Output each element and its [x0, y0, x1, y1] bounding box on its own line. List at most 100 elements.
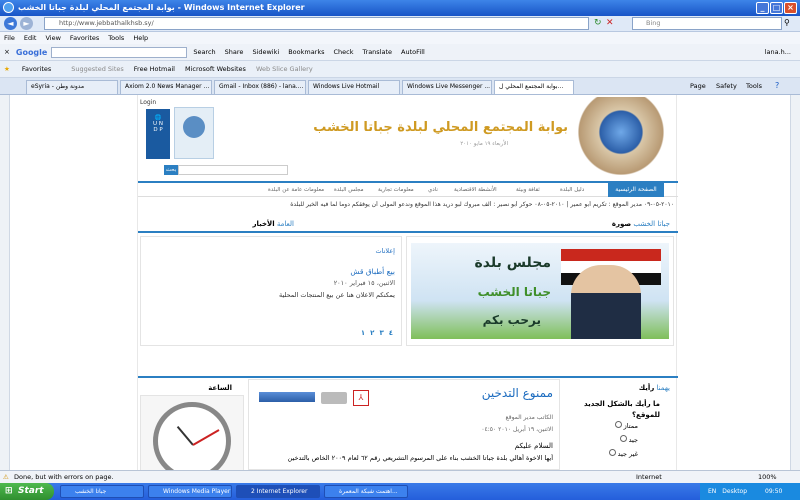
fav-free-hotmail[interactable]: Free Hotmail [134, 65, 175, 73]
google-autofill-button[interactable]: AutoFill [401, 48, 425, 56]
poll-option-3-label: غير جيد [617, 450, 638, 458]
tab-hotmail[interactable]: Windows Live Hotmail [308, 80, 400, 94]
photo-heading: جباتا الخشب صورة [408, 220, 670, 228]
language-indicator[interactable]: EN [708, 483, 716, 500]
section-divider [138, 231, 678, 233]
fav-web-slice-gallery[interactable]: Web Slice Gallery [256, 65, 313, 73]
print-icon[interactable] [321, 392, 347, 404]
nav-about[interactable]: معلومات عامة عن البلدة [268, 187, 324, 193]
address-bar: ◄ ► http://www.jebbathalkhsb.sy/ ↻ ✕ Bin… [0, 16, 800, 32]
globe-hands-logo [576, 97, 676, 175]
tab-messenger[interactable]: Windows Live Messenger ... [402, 80, 492, 94]
pager-3[interactable]: ٣ [379, 329, 383, 337]
menu-favorites[interactable]: Favorites [70, 34, 99, 42]
poll-option-1[interactable]: ممتاز [578, 421, 638, 430]
google-user[interactable]: lana.h... [765, 48, 791, 56]
search-input[interactable]: Bing [632, 17, 782, 30]
back-button[interactable]: ◄ [4, 17, 17, 30]
banner-line2: جباتا الخشب [477, 285, 551, 299]
system-tray: EN Desktop 09:50 [700, 483, 800, 500]
article-date: الاثنين، ١٩ أبريل ٢٠١٠ ٠٤:٥٠ [481, 426, 553, 433]
vertical-scrollbar[interactable] [790, 95, 800, 470]
login-link[interactable]: Login [140, 99, 156, 106]
page-menu[interactable]: Page [690, 82, 706, 90]
nav-home[interactable]: الصفحة الرئيسية [608, 182, 664, 197]
radio-icon[interactable] [608, 449, 616, 456]
task-internet-explorer[interactable]: 2 Internet Explorer [236, 485, 320, 498]
radio-icon[interactable] [614, 421, 622, 428]
nav-club[interactable]: نادي [428, 187, 438, 193]
nav-commerce[interactable]: معلومات تجارية [378, 187, 414, 193]
poll-option-3[interactable]: غير جيد [578, 449, 638, 458]
nav-economy[interactable]: الأنشطة الاقتصادية [454, 187, 497, 193]
clock[interactable]: 09:50 [765, 483, 782, 500]
task-folder[interactable]: جباتا الخشب [60, 485, 144, 498]
site-search-button[interactable]: بحث [164, 165, 178, 175]
forward-button[interactable]: ► [20, 17, 33, 30]
menu-help[interactable]: Help [133, 34, 148, 42]
site-title: بوابة المجتمع المحلي لبلدة جباتا الخشب [313, 120, 568, 135]
ad-date: الاثنين، ١٥ فبراير ٢٠١٠ [333, 279, 395, 287]
article-title[interactable]: ممنوع التدخين [482, 386, 553, 400]
close-toolbar-icon[interactable]: × [4, 48, 10, 56]
stop-icon[interactable]: ✕ [606, 18, 614, 28]
refresh-icon[interactable]: ↻ [594, 18, 602, 28]
google-bookmarks-button[interactable]: Bookmarks [288, 48, 324, 56]
menu-tools[interactable]: Tools [108, 34, 124, 42]
start-button[interactable]: ⊞ Start [0, 483, 54, 500]
ad-title-link[interactable]: بيع أطباق قش [350, 267, 395, 276]
help-icon[interactable]: ? [775, 81, 779, 90]
fav-microsoft-websites[interactable]: Microsoft Websites [185, 65, 246, 73]
google-logo: Google [15, 47, 48, 57]
tab-axiom[interactable]: Axiom 2.0 News Manager ... [120, 80, 212, 94]
search-placeholder: Bing [646, 19, 661, 27]
email-icon[interactable] [259, 392, 315, 402]
task-media-player[interactable]: Windows Media Player [148, 485, 232, 498]
google-share-button[interactable]: Share [225, 48, 244, 56]
site-search-input[interactable] [178, 165, 288, 175]
status-zoom[interactable]: 100% [758, 471, 777, 483]
menu-edit[interactable]: Edit [24, 34, 37, 42]
news-ticker[interactable]: ٢٠١٠-٠٥-٠٩ مدير الموقع : تكريم أبو عمير … [138, 201, 674, 208]
fav-suggested-sites[interactable]: Suggested Sites [71, 65, 124, 73]
google-search-input[interactable] [51, 46, 188, 58]
close-button[interactable]: × [784, 2, 797, 14]
google-check-button[interactable]: Check [334, 48, 354, 56]
poll-option-2[interactable]: جيد [578, 435, 638, 444]
nav-guide[interactable]: دليل البلدة [560, 187, 584, 193]
task-messenger[interactable]: اهتمت شبكة المعمرة... [324, 485, 408, 498]
site-date: الأربعاء ١٩ مايو ٢٠١٠ [460, 141, 508, 147]
favorites-button[interactable]: ★ Favorites [4, 65, 61, 73]
google-sidewiki-button[interactable]: Sidewiki [252, 48, 279, 56]
google-search-button[interactable]: Search [193, 48, 215, 56]
minimize-button[interactable]: _ [756, 2, 769, 14]
tab-esyria[interactable]: eSyria - مدونة وطن [26, 80, 118, 94]
url-field[interactable]: http://www.jebbathalkhsb.sy/ [44, 17, 589, 30]
pager-2[interactable]: ٢ [370, 329, 374, 337]
nav-culture[interactable]: ثقافة وبيئة [516, 187, 540, 193]
pager-1[interactable]: ١ [361, 329, 365, 337]
status-error-icon[interactable]: ⚠ [3, 471, 9, 483]
ads-box: إعلانات بيع أطباق قش الاثنين، ١٥ فبراير … [140, 236, 402, 346]
menu-view[interactable]: View [45, 34, 60, 42]
menu-file[interactable]: File [4, 34, 15, 42]
tab-current-site[interactable]: بوابة المجتمع المحلي ل... [494, 80, 574, 94]
nav-council[interactable]: مجلس البلدة [334, 187, 364, 193]
site-container: Login 🌐 U ND P بوابة المجتمع المحلي لبلدة… [137, 95, 678, 470]
maximize-button[interactable]: □ [770, 2, 783, 14]
favorites-bar: ★ Favorites Suggested Sites Free Hotmail… [0, 61, 800, 78]
pdf-icon[interactable]: ⅄ [353, 390, 369, 406]
pager-4[interactable]: ٤ [389, 329, 393, 337]
desktop-toolbar[interactable]: Desktop [722, 483, 747, 500]
radio-icon[interactable] [619, 435, 627, 442]
safety-menu[interactable]: Safety [716, 82, 737, 90]
search-icon[interactable]: ⚲ [784, 18, 790, 27]
google-translate-button[interactable]: Translate [363, 48, 393, 56]
ads-heading: إعلانات [375, 247, 395, 255]
clock-box [140, 395, 244, 470]
page-viewport: Login 🌐 U ND P بوابة المجتمع المحلي لبلدة… [10, 95, 790, 470]
news-heading-b: العامة [276, 220, 294, 228]
tab-gmail[interactable]: Gmail - Inbox (886) - lana.... [214, 80, 306, 94]
tools-menu[interactable]: Tools [746, 82, 762, 90]
undp-logo: 🌐 U ND P [146, 109, 170, 159]
